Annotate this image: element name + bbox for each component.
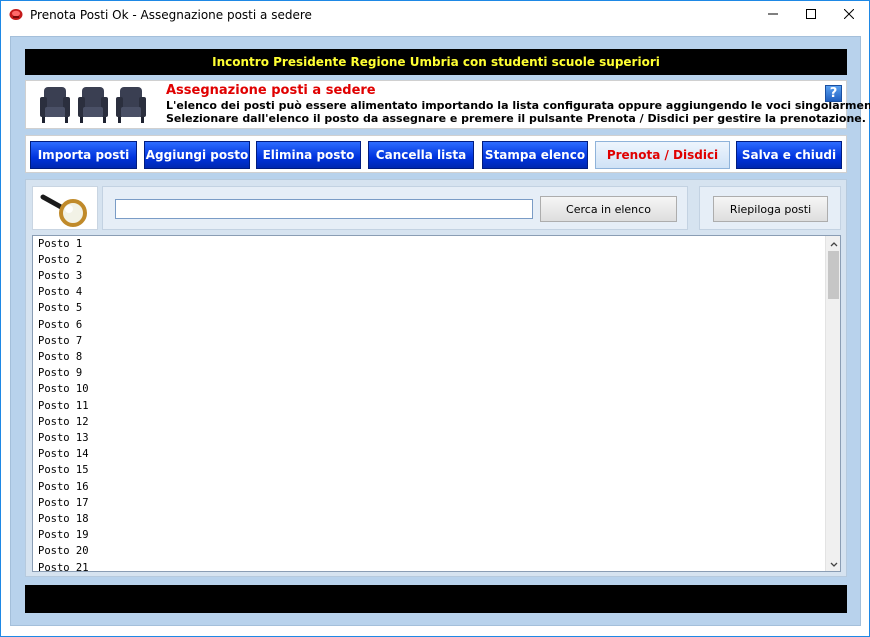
list-item[interactable]: Posto 11	[38, 398, 89, 414]
list-item[interactable]: Posto 5	[38, 300, 82, 316]
app-window: Prenota Posti Ok - Assegnazione posti a …	[0, 0, 870, 637]
list-item[interactable]: Posto 12	[38, 414, 89, 430]
search-input[interactable]	[115, 199, 533, 219]
search-box: Cerca in elenco	[102, 186, 688, 230]
help-button[interactable]: ?	[825, 85, 842, 102]
summary-box: Riepiloga posti	[699, 186, 841, 230]
help-icon: ?	[829, 86, 838, 101]
list-item[interactable]: Posto 17	[38, 495, 89, 511]
list-item[interactable]: Posto 14	[38, 446, 89, 462]
list-item[interactable]: Posto 3	[38, 268, 82, 284]
scroll-up-button[interactable]	[826, 236, 840, 252]
scroll-thumb[interactable]	[828, 251, 839, 299]
search-list-button[interactable]: Cerca in elenco	[540, 196, 677, 222]
maximize-icon	[806, 6, 816, 24]
list-item[interactable]: Posto 4	[38, 284, 82, 300]
list-item[interactable]: Posto 9	[38, 365, 82, 381]
delete-seat-button[interactable]: Elimina posto	[256, 141, 361, 169]
window-title: Prenota Posti Ok - Assegnazione posti a …	[30, 8, 312, 22]
list-item[interactable]: Posto 7	[38, 333, 82, 349]
armchairs-icon	[40, 85, 150, 125]
list-item[interactable]: Posto 16	[38, 479, 89, 495]
info-heading: Assegnazione posti a sedere	[166, 83, 376, 98]
info-line-2: Selezionare dall'elenco il posto da asse…	[166, 112, 866, 125]
search-panel: Cerca in elenco Riepiloga posti Posto 1 …	[25, 179, 847, 577]
magnifier-box	[32, 186, 98, 230]
summarize-seats-button[interactable]: Riepiloga posti	[713, 196, 828, 222]
chevron-down-icon	[830, 555, 838, 571]
app-logo-icon	[9, 7, 23, 21]
list-item[interactable]: Posto 8	[38, 349, 82, 365]
clear-list-button[interactable]: Cancella lista	[368, 141, 474, 169]
toolbar: Importa posti Aggiungi posto Elimina pos…	[25, 135, 847, 173]
list-item[interactable]: Posto 20	[38, 543, 89, 559]
list-item[interactable]: Posto 6	[38, 317, 82, 333]
import-seats-button[interactable]: Importa posti	[30, 141, 137, 169]
list-item[interactable]: Posto 13	[38, 430, 89, 446]
list-scrollbar[interactable]	[825, 236, 840, 571]
magnifier-icon	[39, 191, 93, 232]
status-bar	[25, 585, 847, 613]
seats-list[interactable]: Posto 1 Posto 2 Posto 3 Posto 4 Posto 5 …	[32, 235, 841, 572]
list-item[interactable]: Posto 21	[38, 560, 89, 571]
list-item[interactable]: Posto 2	[38, 252, 82, 268]
list-item[interactable]: Posto 1	[38, 236, 82, 252]
save-close-button[interactable]: Salva e chiudi	[736, 141, 842, 169]
event-title: Incontro Presidente Regione Umbria con s…	[212, 55, 660, 69]
list-item[interactable]: Posto 10	[38, 381, 89, 397]
chevron-up-icon	[830, 236, 838, 252]
event-title-bar: Incontro Presidente Regione Umbria con s…	[25, 49, 847, 75]
scroll-down-button[interactable]	[826, 555, 840, 571]
print-list-button[interactable]: Stampa elenco	[482, 141, 588, 169]
book-cancel-button[interactable]: Prenota / Disdici	[595, 141, 730, 169]
add-seat-button[interactable]: Aggiungi posto	[144, 141, 250, 169]
close-icon	[843, 6, 855, 24]
list-item[interactable]: Posto 18	[38, 511, 89, 527]
minimize-icon	[768, 6, 778, 24]
info-line-1: L'elenco dei posti può essere alimentato…	[166, 99, 870, 112]
list-item[interactable]: Posto 19	[38, 527, 89, 543]
list-item[interactable]: Posto 15	[38, 462, 89, 478]
close-button[interactable]	[826, 1, 870, 29]
info-panel: Assegnazione posti a sedere L'elenco dei…	[25, 80, 870, 129]
title-bar[interactable]: Prenota Posti Ok - Assegnazione posti a …	[1, 1, 869, 29]
